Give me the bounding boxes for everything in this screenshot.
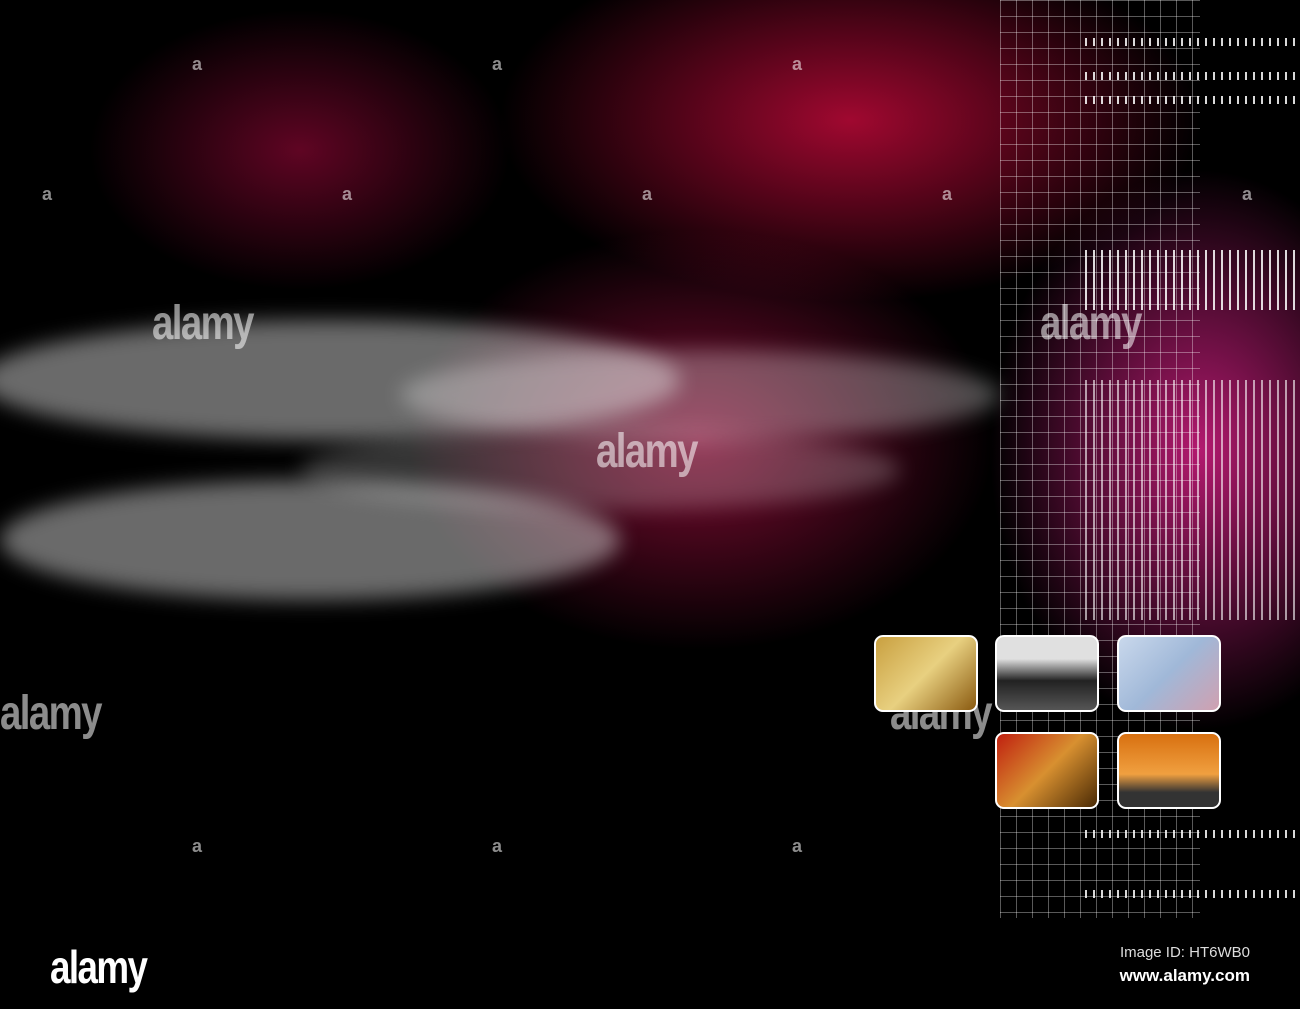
- watermark-letter: a: [492, 836, 503, 856]
- watermark-letter: a: [792, 836, 803, 856]
- website-url: www.alamy.com: [1119, 966, 1250, 985]
- tick-strip: [1085, 380, 1295, 620]
- tick-strip: [1085, 96, 1295, 104]
- watermark-letter: a: [1242, 184, 1253, 204]
- tick-strip: [1085, 72, 1295, 80]
- tick-strip: [1085, 38, 1295, 46]
- watermark: alamy: [152, 297, 254, 350]
- thumbnail-keypad: [995, 732, 1099, 809]
- stock-image: alamy alamy alamy alamy alamy a a a a a …: [0, 0, 1300, 1009]
- image-id: Image ID: HT6WB0: [1119, 944, 1250, 961]
- smoke-wisp: [400, 350, 1000, 440]
- watermark-letter: a: [492, 54, 503, 74]
- watermark-letter: a: [942, 184, 953, 204]
- watermark-letter: a: [42, 184, 53, 204]
- watermark-letter: a: [792, 54, 803, 74]
- watermark-letter: a: [192, 54, 203, 74]
- alamy-logo: alamy: [50, 941, 148, 993]
- thumbnail-stamps: [874, 635, 978, 712]
- thumbnail-typing: [1117, 732, 1221, 809]
- thumbnail-businessman: [995, 635, 1099, 712]
- thumbnail-net-text: [1117, 635, 1221, 712]
- watermark: alamy: [0, 687, 102, 740]
- tick-strip: [1085, 830, 1295, 838]
- watermark-letter: a: [342, 184, 353, 204]
- watermark-letter: a: [192, 836, 203, 856]
- abstract-artwork: alamy alamy alamy alamy alamy a a a a a …: [0, 0, 1300, 918]
- watermark-letter: a: [642, 184, 653, 204]
- footer-bar: alamy Image ID: HT6WB0 www.alamy.com: [0, 918, 1300, 1009]
- watermark: alamy: [1040, 297, 1142, 350]
- watermark: alamy: [596, 425, 698, 478]
- tick-strip: [1085, 890, 1295, 898]
